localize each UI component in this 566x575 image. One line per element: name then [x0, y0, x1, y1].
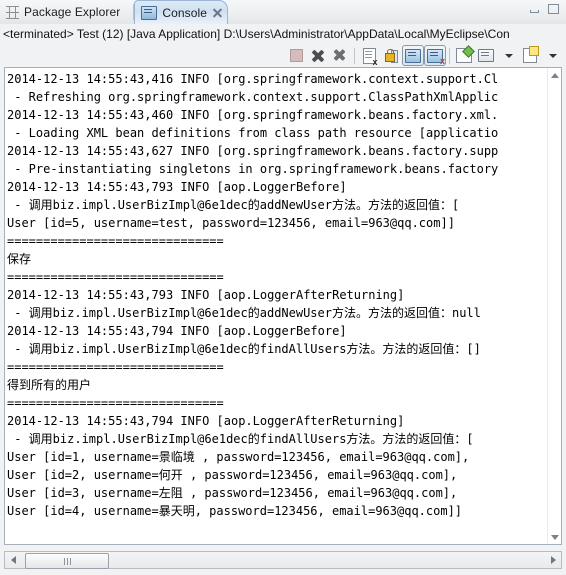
- scroll-up-button[interactable]: [548, 68, 561, 82]
- console-line: User [id=3, username=左阻 , password=12345…: [7, 486, 458, 500]
- chevron-left-icon: [10, 556, 16, 564]
- console-line: ==============================: [7, 360, 224, 374]
- display-selected-console-menu-button[interactable]: [497, 45, 519, 66]
- eclipse-console-view: Package Explorer Console <terminated> Te…: [0, 0, 566, 575]
- console-line: 保存: [7, 252, 32, 266]
- remove-all-icon: [332, 49, 348, 63]
- console-vertical-scrollbar[interactable]: [547, 68, 561, 544]
- console-line: - 调用biz.impl.UserBizImpl@6e1dec的findAllU…: [7, 342, 481, 356]
- grip-icon: [63, 557, 71, 565]
- console-line: 得到所有的用户: [7, 378, 92, 392]
- tab-package-explorer-label: Package Explorer: [24, 5, 121, 19]
- display-selected-console-button[interactable]: [475, 45, 497, 66]
- launch-configuration-label: <terminated> Test (12) [Java Application…: [0, 24, 566, 44]
- scroll-lock-icon: [384, 49, 398, 63]
- console-line: ==============================: [7, 270, 224, 284]
- scroll-right-button[interactable]: [545, 552, 561, 568]
- console-line: 2014-12-13 14:55:43,794 INFO [aop.Logger…: [7, 414, 405, 428]
- remove-launch-icon: [311, 49, 325, 63]
- console-line: - Pre-instantiating singletons in org.sp…: [7, 162, 499, 176]
- console-line: 2014-12-13 14:55:43,460 INFO [org.spring…: [7, 108, 499, 122]
- chevron-down-icon: [549, 53, 557, 58]
- minimize-icon[interactable]: [528, 3, 541, 15]
- console-line: 2014-12-13 14:55:43,627 INFO [org.spring…: [7, 144, 499, 158]
- window-controls: [528, 3, 560, 15]
- open-console-menu-button[interactable]: [541, 45, 563, 66]
- pin-console-icon: [456, 48, 472, 63]
- open-console-icon: [523, 46, 539, 63]
- console-line: - 调用biz.impl.UserBizImpl@6e1dec的addNewUs…: [7, 306, 481, 320]
- console-line: User [id=2, username=何开 , password=12345…: [7, 468, 458, 482]
- console-line: ==============================: [7, 234, 224, 248]
- remove-all-terminated-button[interactable]: [329, 45, 351, 66]
- close-icon[interactable]: [212, 7, 223, 18]
- clear-console-button[interactable]: [358, 45, 380, 67]
- scroll-lock-button[interactable]: [380, 45, 402, 66]
- open-console-button[interactable]: [519, 45, 541, 66]
- chevron-up-icon: [550, 72, 559, 78]
- console-output-text[interactable]: 2014-12-13 14:55:43,416 INFO [org.spring…: [5, 68, 549, 544]
- remove-launch-button[interactable]: [307, 45, 329, 66]
- show-console-on-error-button[interactable]: x: [424, 45, 446, 66]
- console-icon: [141, 5, 158, 20]
- scroll-left-button[interactable]: [5, 552, 21, 568]
- show-console-err-icon: x: [427, 48, 445, 65]
- console-line: - 调用biz.impl.UserBizImpl@6e1dec的addNewUs…: [7, 198, 460, 212]
- tab-package-explorer[interactable]: Package Explorer: [0, 0, 133, 24]
- clear-console-icon: [362, 47, 378, 67]
- terminate-icon: [289, 49, 303, 62]
- console-line: - 调用biz.impl.UserBizImpl@6e1dec的findAllU…: [7, 432, 474, 446]
- tab-bar-filler: [228, 0, 566, 24]
- horizontal-scroll-thumb[interactable]: [25, 553, 109, 569]
- terminate-button[interactable]: [285, 45, 307, 66]
- chevron-right-icon: [550, 556, 556, 564]
- console-line: User [id=4, username=暴天明, password=12345…: [7, 504, 463, 518]
- show-console-on-output-button[interactable]: [402, 45, 424, 66]
- console-line: User [id=5, username=test, password=1234…: [7, 216, 455, 230]
- tab-console[interactable]: Console: [134, 0, 229, 24]
- scroll-down-button[interactable]: [548, 530, 561, 544]
- console-output-panel[interactable]: 2014-12-13 14:55:43,416 INFO [org.spring…: [4, 67, 562, 545]
- console-line: User [id=1, username=景临境 , password=1234…: [7, 450, 470, 464]
- console-line: 2014-12-13 14:55:43,793 INFO [aop.Logger…: [7, 288, 405, 302]
- console-horizontal-scrollbar[interactable]: [4, 551, 562, 569]
- console-line: 2014-12-13 14:55:43,794 INFO [aop.Logger…: [7, 324, 347, 338]
- maximize-icon[interactable]: [547, 3, 560, 15]
- tab-console-label: Console: [162, 5, 208, 20]
- pin-console-button[interactable]: [453, 45, 475, 66]
- console-line: - Loading XML bean definitions from clas…: [7, 126, 499, 140]
- package-icon: [6, 5, 19, 19]
- toolbar-separator-2: [449, 47, 450, 64]
- console-line: 2014-12-13 14:55:43,416 INFO [org.spring…: [7, 72, 499, 86]
- toolbar-separator-1: [354, 47, 355, 64]
- display-console-icon: [478, 49, 494, 62]
- console-toolbar: x: [285, 44, 566, 67]
- chevron-down-icon: [505, 53, 513, 58]
- console-line: - Refreshing org.springframework.context…: [7, 90, 499, 104]
- view-tab-bar: Package Explorer Console: [0, 0, 566, 24]
- console-line: ==============================: [7, 396, 224, 410]
- show-console-out-icon: [405, 48, 421, 63]
- chevron-down-icon: [550, 534, 559, 540]
- console-line: 2014-12-13 14:55:43,793 INFO [aop.Logger…: [7, 180, 347, 194]
- horizontal-scroll-track[interactable]: [21, 552, 545, 569]
